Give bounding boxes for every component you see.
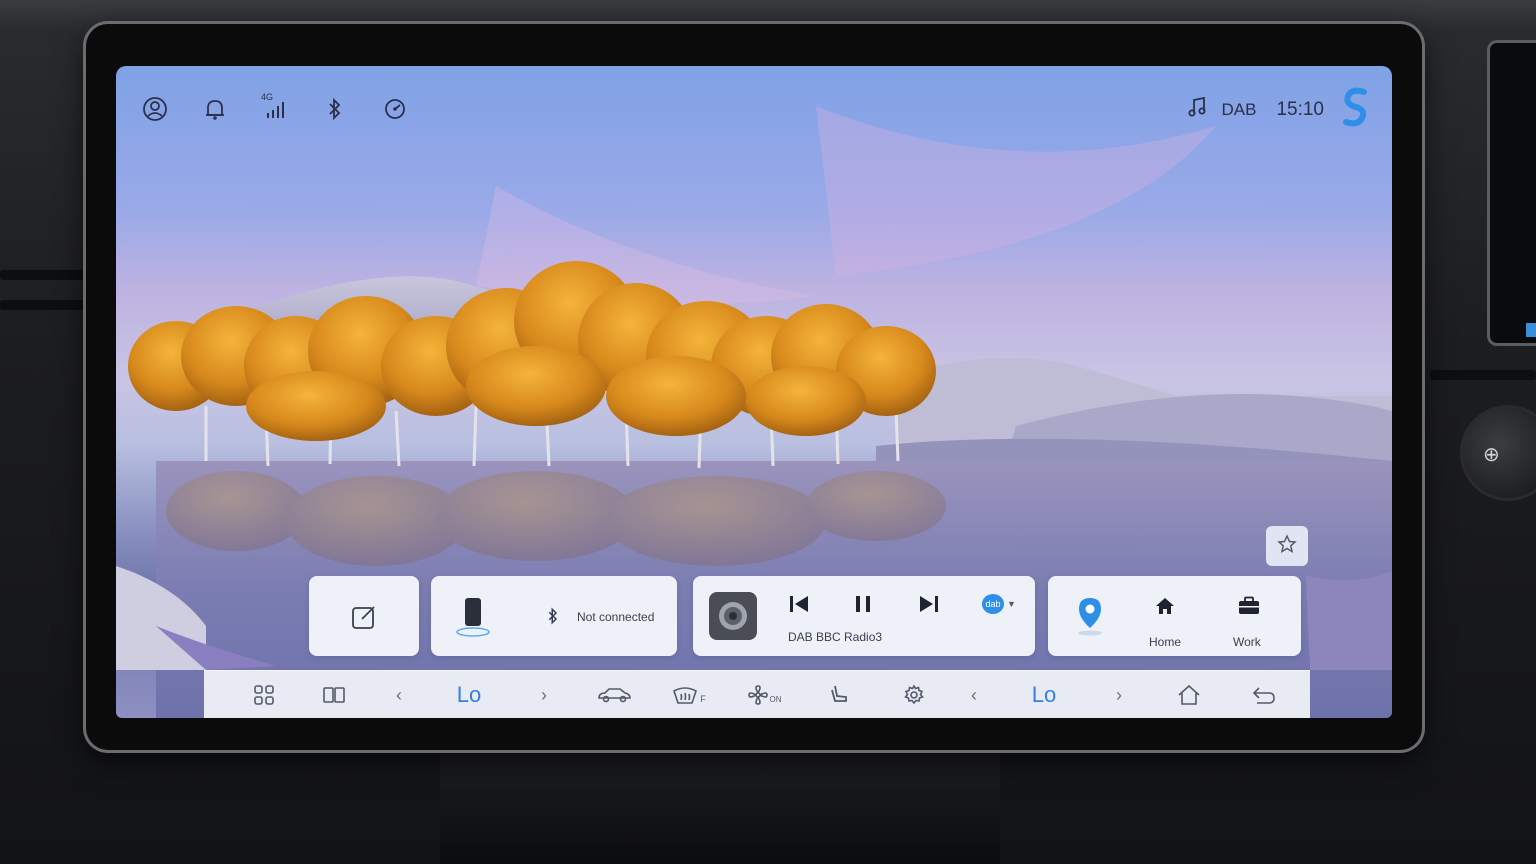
dab-badge: dab xyxy=(982,594,1005,614)
music-note-icon xyxy=(1187,96,1207,123)
skip-previous-icon[interactable] xyxy=(785,590,813,618)
clock: 15:10 xyxy=(1276,98,1324,120)
gauge-icon[interactable] xyxy=(380,94,410,124)
pause-icon[interactable] xyxy=(849,590,877,618)
briefcase-icon[interactable] xyxy=(1234,592,1264,620)
phone-icon xyxy=(453,592,493,642)
work-label: Work xyxy=(1233,635,1261,649)
network-label: 4G xyxy=(261,92,274,102)
right-temp-down-chevron[interactable]: ‹ xyxy=(959,671,989,718)
brand-s-icon[interactable] xyxy=(1338,86,1372,133)
user-icon[interactable] xyxy=(140,94,170,124)
control-knob[interactable]: ⊕ xyxy=(1460,405,1536,501)
navigation-card[interactable]: Home Work xyxy=(1048,576,1301,656)
back-arrow-icon[interactable] xyxy=(1244,671,1284,718)
radio-station-art xyxy=(709,592,757,640)
station-name: DAB BBC Radio3 xyxy=(788,630,883,644)
cell-signal-icon: 4G xyxy=(260,92,290,124)
status-bar-left: 4G xyxy=(140,92,410,124)
instrument-screen-edge xyxy=(1487,40,1536,346)
bell-icon[interactable] xyxy=(200,94,230,124)
home-label: Home xyxy=(1149,635,1182,649)
center-console xyxy=(440,750,1000,864)
front-defrost-icon[interactable]: F xyxy=(664,671,714,718)
split-screen-icon[interactable] xyxy=(314,671,354,718)
app-grid-icon[interactable] xyxy=(244,671,284,718)
home-icon[interactable] xyxy=(1150,592,1180,620)
infotainment-screen: 4G DAB 15:10 Not connected dab ▼ DAB BBC… xyxy=(116,66,1392,718)
chevron-down-icon: ▼ xyxy=(1007,599,1016,609)
right-temperature[interactable]: Lo xyxy=(1014,671,1074,718)
edit-widgets-button[interactable] xyxy=(1266,526,1308,566)
right-air-vent xyxy=(1430,370,1536,380)
map-pin-icon[interactable] xyxy=(1070,592,1110,640)
right-temp-up-chevron[interactable]: › xyxy=(1104,671,1134,718)
phone-card[interactable]: Not connected xyxy=(431,576,677,656)
audio-source-label: DAB xyxy=(1221,99,1257,119)
left-temperature[interactable]: Lo xyxy=(439,671,499,718)
seat-heating-icon[interactable] xyxy=(819,671,859,718)
left-air-vent xyxy=(0,270,90,280)
phone-connection-status: Not connected xyxy=(577,610,655,624)
settings-gear-icon[interactable] xyxy=(894,671,934,718)
fan-icon[interactable]: ON xyxy=(739,671,789,718)
bluetooth-icon[interactable] xyxy=(320,94,350,124)
defrost-suffix: F xyxy=(700,694,706,704)
media-card[interactable]: dab ▼ DAB BBC Radio3 xyxy=(693,576,1035,656)
notes-card[interactable] xyxy=(309,576,419,656)
home-screen-icon[interactable] xyxy=(1169,671,1209,718)
skip-next-icon[interactable] xyxy=(915,590,943,618)
left-temp-down-chevron[interactable]: ‹ xyxy=(384,671,414,718)
star-outline-icon xyxy=(1276,533,1298,560)
edit-note-icon xyxy=(347,600,381,634)
car-icon[interactable] xyxy=(589,671,639,718)
left-temp-up-chevron[interactable]: › xyxy=(529,671,559,718)
fan-suffix: ON xyxy=(769,694,782,704)
status-bar-right: DAB 15:10 xyxy=(1187,86,1372,133)
source-selector[interactable]: dab ▼ xyxy=(979,592,1019,616)
bluetooth-icon xyxy=(545,606,561,626)
left-air-vent xyxy=(0,300,90,310)
bottom-control-bar: ‹ Lo › F ON ‹ Lo › xyxy=(204,670,1310,718)
